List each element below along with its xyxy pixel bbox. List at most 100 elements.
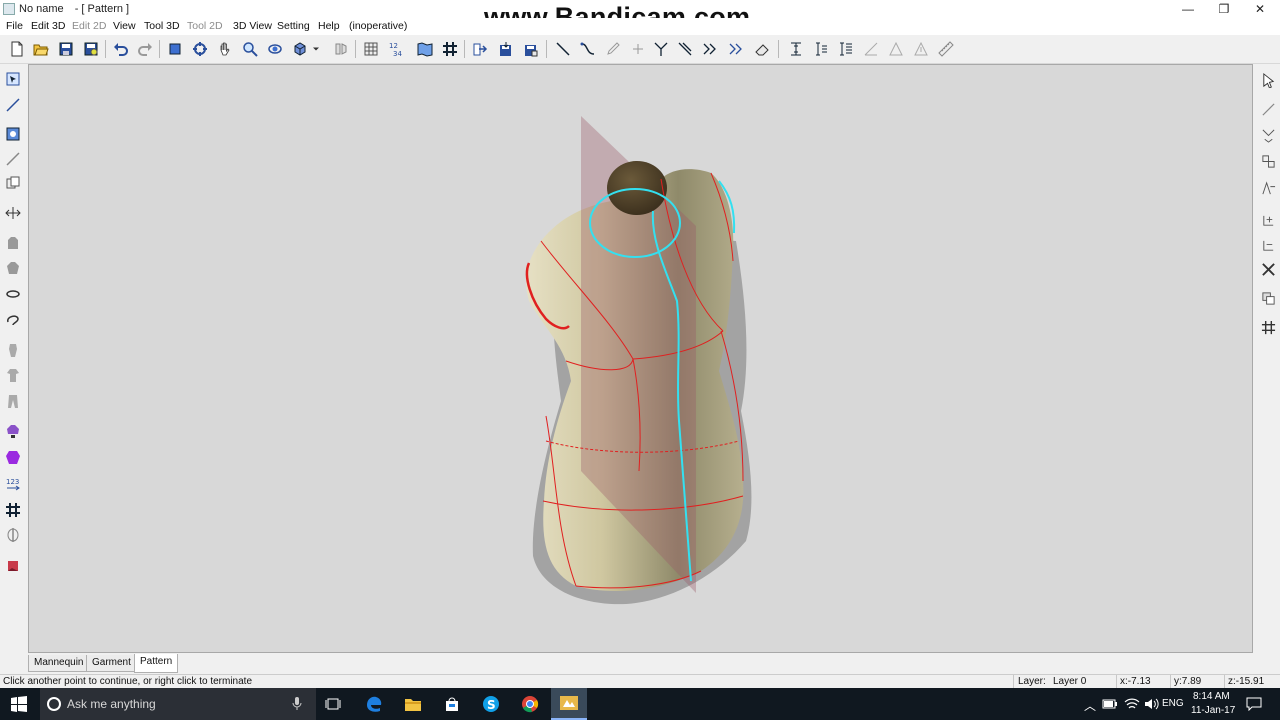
tab-pattern[interactable]: Pattern <box>134 654 179 673</box>
close-button[interactable]: ✕ <box>1242 0 1278 18</box>
triangle-tool-icon[interactable] <box>886 39 906 59</box>
layers-icon[interactable] <box>1259 289 1277 307</box>
notification-icon[interactable] <box>1246 697 1262 711</box>
pants-icon[interactable] <box>4 392 22 410</box>
double-arrow-icon[interactable] <box>700 39 720 59</box>
save-as-icon[interactable] <box>81 39 101 59</box>
view-cube-icon[interactable] <box>290 39 310 59</box>
select-box-icon[interactable] <box>165 39 185 59</box>
draw-segment-icon[interactable] <box>1259 100 1277 118</box>
3d-viewport[interactable] <box>28 64 1253 653</box>
menu-help[interactable]: Help <box>318 20 340 32</box>
menu-tool-3d[interactable]: Tool 3D <box>144 20 180 32</box>
open-pattern-icon[interactable] <box>470 39 490 59</box>
line-tool-icon[interactable] <box>553 39 573 59</box>
grid-lines-icon[interactable] <box>4 501 22 519</box>
map-icon[interactable] <box>415 39 435 59</box>
measure-length-icon[interactable] <box>811 39 831 59</box>
copy-piece-icon[interactable] <box>4 174 22 192</box>
zoom-icon[interactable] <box>240 39 260 59</box>
delete-icon[interactable] <box>1259 260 1277 278</box>
open-folder-icon[interactable] <box>31 39 51 59</box>
dart-tool-icon[interactable] <box>1259 179 1277 197</box>
angle-measure-icon[interactable] <box>861 39 881 59</box>
add-point-icon[interactable] <box>1259 211 1277 229</box>
menu-setting[interactable]: Setting <box>277 20 310 32</box>
garment-color-icon[interactable] <box>4 448 22 466</box>
mannequin-color-icon[interactable] <box>4 422 22 440</box>
cad-app-taskbar-icon[interactable] <box>551 688 587 720</box>
select-tool-icon[interactable] <box>4 70 22 88</box>
offset-line-icon[interactable] <box>675 39 695 59</box>
clock-date[interactable]: 11-Jan-17 <box>1191 705 1235 716</box>
dress-icon[interactable] <box>4 341 22 359</box>
point-icon[interactable] <box>628 39 648 59</box>
lasso-icon[interactable] <box>4 311 22 329</box>
redo-icon[interactable] <box>135 39 155 59</box>
split-line-icon[interactable] <box>651 39 671 59</box>
measure-vertical-icon[interactable] <box>786 39 806 59</box>
ruler-icon[interactable] <box>936 39 956 59</box>
mannequin-side-icon[interactable] <box>4 259 22 277</box>
measure-list-icon[interactable] <box>836 39 856 59</box>
tray-chevron-icon[interactable]: ︿ <box>1084 697 1096 714</box>
chevron-down-icon[interactable] <box>310 39 322 59</box>
app-icon[interactable] <box>3 3 15 15</box>
new-file-icon[interactable] <box>7 39 27 59</box>
edge-browser-icon[interactable] <box>356 688 392 720</box>
taskbar-search-box[interactable]: Ask me anything <box>40 688 316 720</box>
pan-hand-icon[interactable] <box>215 39 235 59</box>
remove-point-icon[interactable] <box>1259 236 1277 254</box>
menu-file[interactable]: File <box>6 20 23 32</box>
symmetry-icon[interactable] <box>4 526 22 544</box>
menu-tool-2d[interactable]: Tool 2D <box>187 20 223 32</box>
menu-inoperative[interactable]: (inoperative) <box>349 20 407 32</box>
edge-tool-icon[interactable] <box>1259 126 1277 144</box>
undo-icon[interactable] <box>111 39 131 59</box>
orbit-icon[interactable] <box>265 39 285 59</box>
save-icon[interactable] <box>56 39 76 59</box>
windows-start-icon[interactable] <box>0 688 38 720</box>
rotate-view-icon[interactable] <box>190 39 210 59</box>
store-icon[interactable] <box>434 688 470 720</box>
pointer-icon[interactable] <box>1259 71 1277 89</box>
tab-garment[interactable]: Garment <box>86 655 137 672</box>
battery-icon[interactable] <box>1102 698 1118 710</box>
file-explorer-icon[interactable] <box>395 688 431 720</box>
shirt-icon[interactable] <box>4 366 22 384</box>
task-view-icon[interactable] <box>316 688 350 720</box>
fabric-icon[interactable] <box>4 557 22 575</box>
double-arrow-alt-icon[interactable] <box>726 39 746 59</box>
tab-mannequin[interactable]: Mannequin <box>28 655 90 672</box>
mirror-view-icon[interactable] <box>331 39 351 59</box>
grid-snap-icon[interactable] <box>1259 318 1277 336</box>
export-pattern-icon[interactable] <box>521 39 541 59</box>
pattern-piece-icon[interactable] <box>4 125 22 143</box>
ellipse-tool-icon[interactable] <box>4 285 22 303</box>
menu-edit-2d[interactable]: Edit 2D <box>72 20 106 32</box>
numbering-icon[interactable]: 12 34 <box>386 39 406 59</box>
chrome-icon[interactable] <box>512 688 548 720</box>
number-sequence-icon[interactable]: 123 <box>4 475 22 493</box>
wifi-icon[interactable] <box>1124 697 1140 711</box>
mannequin-front-icon[interactable] <box>4 234 22 252</box>
hash-grid-icon[interactable] <box>440 39 460 59</box>
menu-view[interactable]: View <box>113 20 136 32</box>
eraser-icon[interactable] <box>752 39 772 59</box>
restore-button[interactable]: ❐ <box>1206 0 1242 18</box>
seam-tool-icon[interactable] <box>1259 152 1277 170</box>
skype-icon[interactable]: S <box>473 688 509 720</box>
curve-tool-icon[interactable] <box>578 39 598 59</box>
grid-pattern-icon[interactable] <box>361 39 381 59</box>
pen-tool-icon[interactable] <box>4 150 22 168</box>
language-indicator[interactable]: ENG <box>1162 698 1184 709</box>
clock-time[interactable]: 8:14 AM <box>1193 691 1230 702</box>
save-pattern-icon[interactable] <box>496 39 516 59</box>
split-horizontal-icon[interactable] <box>4 204 22 222</box>
triangle-alt-icon[interactable] <box>911 39 931 59</box>
draw-line-icon[interactable] <box>4 96 22 114</box>
volume-icon[interactable] <box>1144 697 1160 711</box>
menu-edit-3d[interactable]: Edit 3D <box>31 20 65 32</box>
menu-3d-view[interactable]: 3D View <box>233 20 272 32</box>
minimize-button[interactable]: — <box>1170 0 1206 18</box>
